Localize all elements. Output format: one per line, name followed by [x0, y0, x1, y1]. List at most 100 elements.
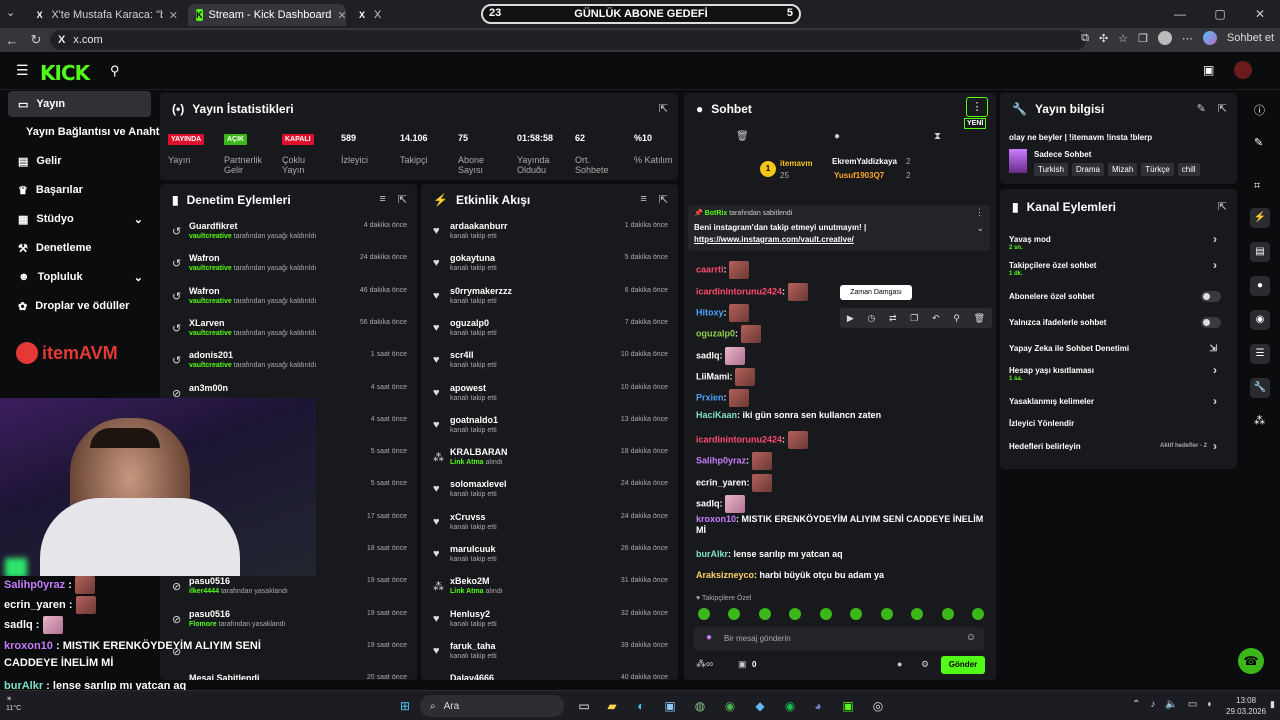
- send-button[interactable]: Gönder: [941, 656, 985, 674]
- more-menu-icon[interactable]: ⋯: [1182, 32, 1193, 45]
- file-explorer-icon[interactable]: ▰: [602, 696, 622, 716]
- channel-action-item[interactable]: Yavaş mod 2 sn. ›: [1009, 232, 1231, 251]
- display-icon[interactable]: ▭: [1188, 699, 1197, 710]
- popout-icon[interactable]: ⇱: [659, 193, 668, 206]
- bolt-tool-button[interactable]: ⚡: [1250, 208, 1270, 228]
- filter-icon[interactable]: ≡: [379, 193, 385, 206]
- more-icon[interactable]: ⋮: [975, 207, 984, 218]
- channel-action-item[interactable]: Yalnızca ifadelerle sohbet: [1009, 317, 1231, 328]
- chat-message[interactable]: kroxon10: MISTIK ERENKÖYDEYİM ALIYIM SEN…: [696, 514, 986, 536]
- user-avatar[interactable]: [1234, 61, 1252, 79]
- gear-icon[interactable]: ⚙: [921, 659, 929, 670]
- speaker-icon[interactable]: 🔈: [1165, 699, 1177, 710]
- sidebar-item-droplar[interactable]: ✿ Droplar ve ödüller: [8, 293, 151, 319]
- extensions-icon[interactable]: ⧉: [1081, 32, 1089, 45]
- emote-shortcut[interactable]: [880, 608, 893, 620]
- activity-row[interactable]: ♥ apowest kanalı takip etti 10 dakika önce: [421, 380, 678, 412]
- volume-icon[interactable]: ◐: [1207, 699, 1213, 710]
- store-icon[interactable]: ▣: [660, 696, 680, 716]
- chat-username[interactable]: ecrin_yaren: [696, 477, 747, 487]
- chat-username[interactable]: Araksizneyco: [696, 570, 754, 580]
- emote-shortcut[interactable]: [971, 608, 984, 620]
- chat-tool-button[interactable]: ●: [1250, 276, 1270, 296]
- popout-icon[interactable]: ⇱: [659, 102, 668, 115]
- edge-icon[interactable]: ◐: [631, 696, 651, 716]
- activity-row[interactable]: ♥ marulcuuk kanalı takip etti 26 dakika önc…: [421, 541, 678, 573]
- channel-action-item[interactable]: Yapay Zeka ile Sohbet Denetimi ⇲: [1009, 343, 1231, 353]
- trash-icon[interactable]: 🗑: [974, 313, 985, 324]
- activity-row[interactable]: ♥ oguzalp0 kanalı takip etti 7 dakika önce: [421, 315, 678, 347]
- pinned-message[interactable]: 📌 BotRix tarafından sabitlendi Beni inst…: [688, 205, 990, 251]
- chevron-up-icon[interactable]: ⌃: [1132, 699, 1140, 710]
- popout-icon[interactable]: ⇱: [1218, 102, 1227, 115]
- whatsapp-alt-icon[interactable]: ◉: [720, 696, 740, 716]
- activity-row[interactable]: ♥ solomaxlevel kanalı takip etti 24 dakika …: [421, 476, 678, 508]
- activity-row[interactable]: ♥ gokaytuna kanalı takip etti 5 dakika önce: [421, 250, 678, 282]
- weather-widget[interactable]: ☀ 11°C: [6, 695, 21, 713]
- chat-bubble-icon[interactable]: ●: [834, 131, 840, 142]
- activity-row[interactable]: ♥ ardaakanburr kanalı takip etti 1 dakika ö…: [421, 218, 678, 250]
- crop-icon[interactable]: ⌗: [1254, 180, 1260, 193]
- emote-shortcut[interactable]: [941, 608, 954, 620]
- chat-username[interactable]: sadlq: [696, 350, 720, 360]
- stream-tag[interactable]: chill: [1177, 163, 1200, 176]
- broadcast-tool-button[interactable]: ◉: [1250, 310, 1270, 330]
- minimize-icon[interactable]: —: [1160, 0, 1200, 28]
- emote-shortcut[interactable]: [911, 608, 924, 620]
- chat-username[interactable]: HaciKaan: [696, 410, 737, 420]
- undo-icon[interactable]: ↶: [932, 313, 940, 324]
- copilot-icon[interactable]: [1202, 31, 1217, 45]
- clock[interactable]: 13:08 29.03.2026: [1226, 695, 1266, 717]
- activity-row[interactable]: ♥ xCruvss kanalı takip etti 24 dakika önce: [421, 509, 678, 541]
- moderation-row[interactable]: ↺ Wafron vaultcreative tarafından yasağı k…: [160, 283, 417, 315]
- chat-menu-icon[interactable]: ⋮: [966, 97, 988, 117]
- stream-tag[interactable]: Drama: [1071, 163, 1104, 176]
- chat-username[interactable]: oguzalp0: [696, 328, 735, 338]
- stream-tag[interactable]: Türkçe: [1141, 163, 1174, 176]
- chat-username[interactable]: icardinintorunu2424: [696, 286, 782, 296]
- popout-icon[interactable]: ⇱: [398, 193, 407, 206]
- taskbar-search[interactable]: ⌕ Ara: [420, 695, 564, 717]
- chat-message[interactable]: HaciKaan: iki gün sonra sen kullancn zat…: [696, 410, 986, 421]
- kick-app-icon[interactable]: ▣: [838, 696, 858, 716]
- pencil-icon[interactable]: ✎: [1254, 136, 1263, 149]
- emote-shortcut[interactable]: [819, 608, 832, 620]
- mic-icon[interactable]: ♪: [1150, 699, 1155, 710]
- close-icon[interactable]: ✕: [337, 9, 346, 22]
- maximize-icon[interactable]: ▢: [1200, 0, 1240, 28]
- emote-shortcut[interactable]: [789, 608, 802, 620]
- chat-username[interactable]: sadlq: [696, 498, 720, 508]
- emote-shortcut[interactable]: [850, 608, 863, 620]
- bookmark-star-icon[interactable]: ☆: [1118, 32, 1128, 45]
- tab-kick-dashboard[interactable]: K Stream - Kick Dashboard ✕: [188, 4, 347, 26]
- activity-row[interactable]: ♥ scr4ll kanalı takip etti 10 dakika önce: [421, 347, 678, 379]
- chat-username[interactable]: Hitoxy: [696, 307, 724, 317]
- sidebar-item-studyo[interactable]: ▦ Stüdyo ⌄: [8, 206, 151, 232]
- chat-username[interactable]: icardinintorunu2424: [696, 434, 782, 444]
- notes-tool-button[interactable]: ▤: [1250, 242, 1270, 262]
- pinned-link[interactable]: https://www.instagram.com/vault.creative…: [694, 235, 854, 244]
- moderation-row[interactable]: ↺ Guardfikret vaultcreative tarafından yas…: [160, 218, 417, 250]
- sidebar-item-gelir[interactable]: ▤ Gelir: [8, 148, 151, 174]
- copy-icon[interactable]: ❐: [910, 313, 918, 324]
- sidebar-item-yayin[interactable]: ▭ Yayın: [8, 91, 151, 117]
- chat-bubble-icon[interactable]: ●: [897, 659, 902, 669]
- kick-logo[interactable]: KICK: [40, 61, 90, 85]
- hamburger-menu-icon[interactable]: ☰: [16, 62, 29, 79]
- channel-action-item[interactable]: Hesap yaşı kısıtlaması 1 sa. ›: [1009, 363, 1231, 382]
- channel-action-item[interactable]: Yasaklanmış kelimeler ›: [1009, 394, 1231, 408]
- spotify-icon[interactable]: ◉: [780, 696, 800, 716]
- emote-shortcut[interactable]: [698, 608, 710, 620]
- moderation-row[interactable]: ↺ adonis201 vaultcreative tarafından yasağ…: [160, 347, 417, 379]
- pin-icon[interactable]: ⚲: [953, 313, 960, 324]
- message-input[interactable]: ● Bir mesaj gönderin ☺: [694, 627, 984, 651]
- moderation-row[interactable]: ↺ XLarven vaultcreative tarafından yasağı …: [160, 315, 417, 347]
- gift-icon[interactable]: ▣: [738, 659, 747, 670]
- sidebar-item-topluluk[interactable]: ☻ Topluluk ⌄: [8, 264, 151, 290]
- filter-icon[interactable]: ≡: [640, 193, 646, 206]
- tab-x[interactable]: X X: [348, 4, 468, 26]
- emote-shortcut[interactable]: [758, 608, 771, 620]
- task-view-icon[interactable]: ▭: [574, 696, 594, 716]
- activity-row[interactable]: ⁂ xBeko2M Link Atma alındı 31 dakika önce: [421, 573, 678, 605]
- chat-message[interactable]: Prxien:: [696, 389, 986, 407]
